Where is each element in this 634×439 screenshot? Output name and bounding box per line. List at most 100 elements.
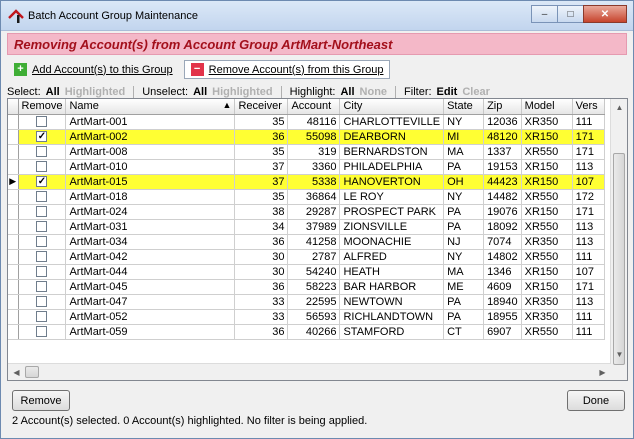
column-header-receiver[interactable]: Receiver [234,99,289,115]
cell-receiver[interactable]: 36 [234,234,289,250]
cell-state[interactable]: MA [443,144,485,160]
cell-city[interactable]: NEWTOWN [339,294,445,310]
remove-accounts-tab[interactable]: − Remove Account(s) from this Group [183,60,391,79]
cell-zip[interactable]: 1337 [483,144,522,160]
cell-name[interactable]: ArtMart-044 [65,264,236,280]
vertical-scroll-thumb[interactable] [613,153,625,365]
cell-receiver[interactable]: 35 [234,144,289,160]
horizontal-scroll-thumb[interactable] [25,366,39,378]
remove-checkbox[interactable] [36,251,48,262]
cell-version[interactable]: 111 [572,114,605,130]
cell-state[interactable]: NY [443,249,485,265]
cell-state[interactable]: PA [443,159,485,175]
cell-zip[interactable]: 44423 [483,174,522,190]
remove-cell[interactable] [18,249,67,265]
remove-cell[interactable]: ✓ [18,129,67,145]
cell-zip[interactable]: 12036 [483,114,522,130]
table-row[interactable]: ArtMart-042 30 2787 ALFRED NY 14802 XR550 111 [8,249,605,265]
cell-account[interactable]: 5338 [287,174,341,190]
cell-model[interactable]: XR150 [521,159,573,175]
cell-state[interactable]: CT [443,324,485,340]
cell-account[interactable]: 54240 [287,264,341,280]
column-header-name[interactable]: Name ▲ [65,99,236,115]
row-header[interactable]: ▶ [8,174,19,190]
table-row[interactable]: ArtMart-034 36 41258 MOONACHIE NJ 7074 XR350 11… [8,234,605,250]
cell-version[interactable]: 171 [572,129,605,145]
cell-receiver[interactable]: 36 [234,324,289,340]
cell-name[interactable]: ArtMart-052 [65,309,236,325]
row-header[interactable] [8,309,19,325]
cell-model[interactable]: XR550 [521,249,573,265]
cell-model[interactable]: XR550 [521,324,573,340]
cell-state[interactable]: OH [443,174,485,190]
row-header[interactable] [8,279,19,295]
cell-receiver[interactable]: 33 [234,309,289,325]
remove-cell[interactable] [18,324,67,340]
cell-version[interactable]: 111 [572,309,605,325]
table-row[interactable]: ArtMart-018 35 36864 LE ROY NY 14482 XR550 172 [8,189,605,205]
cell-state[interactable]: PA [443,219,485,235]
remove-checkbox[interactable]: ✓ [36,131,48,142]
cell-state[interactable]: ME [443,279,485,295]
row-header[interactable] [8,144,19,160]
cell-account[interactable]: 319 [287,144,341,160]
remove-cell[interactable] [18,189,67,205]
cell-account[interactable]: 22595 [287,294,341,310]
cell-model[interactable]: XR550 [521,144,573,160]
cell-state[interactable]: NJ [443,234,485,250]
select-highlighted-link[interactable]: Highlighted [65,86,126,98]
scroll-right-icon[interactable]: ▶ [594,364,611,380]
remove-checkbox[interactable] [36,266,48,277]
scroll-up-icon[interactable]: ▲ [611,99,627,116]
filter-edit-link[interactable]: Edit [437,86,458,98]
remove-checkbox[interactable] [36,221,48,232]
cell-zip[interactable]: 14482 [483,189,522,205]
cell-version[interactable]: 113 [572,234,605,250]
remove-cell[interactable] [18,294,67,310]
cell-name[interactable]: ArtMart-045 [65,279,236,295]
cell-name[interactable]: ArtMart-047 [65,294,236,310]
remove-cell[interactable] [18,159,67,175]
row-header[interactable] [8,159,19,175]
remove-checkbox[interactable] [36,326,48,337]
cell-account[interactable]: 55098 [287,129,341,145]
remove-checkbox[interactable] [36,146,48,157]
cell-account[interactable]: 40266 [287,324,341,340]
vertical-scrollbar[interactable]: ▲ ▼ [610,99,627,380]
table-row[interactable]: ArtMart-059 36 40266 STAMFORD CT 6907 XR550 111 [8,324,605,340]
remove-cell[interactable] [18,219,67,235]
cell-city[interactable]: PROSPECT PARK [339,204,445,220]
table-row[interactable]: ▶ ✓ ArtMart-015 37 5338 HANOVERTON OH 44423 XR15… [8,174,605,190]
cell-name[interactable]: ArtMart-018 [65,189,236,205]
cell-name[interactable]: ArtMart-008 [65,144,236,160]
cell-city[interactable]: ALFRED [339,249,445,265]
cell-receiver[interactable]: 37 [234,159,289,175]
row-header[interactable] [8,249,19,265]
horizontal-scrollbar[interactable]: ◀ ▶ [8,363,611,380]
column-header-state[interactable]: State [443,99,485,115]
table-row[interactable]: ArtMart-047 33 22595 NEWTOWN PA 18940 XR350 113 [8,294,605,310]
cell-name[interactable]: ArtMart-010 [65,159,236,175]
table-row[interactable]: ArtMart-052 33 56593 RICHLANDTOWN PA 18955 XR3… [8,309,605,325]
cell-city[interactable]: ZIONSVILLE [339,219,445,235]
row-header[interactable] [8,189,19,205]
cell-state[interactable]: NY [443,189,485,205]
cell-receiver[interactable]: 35 [234,114,289,130]
cell-account[interactable]: 36864 [287,189,341,205]
row-header[interactable] [8,324,19,340]
cell-state[interactable]: MA [443,264,485,280]
column-header-account[interactable]: Account [287,99,341,115]
table-row[interactable]: ArtMart-031 34 37989 ZIONSVILLE PA 18092 XR550… [8,219,605,235]
cell-model[interactable]: XR150 [521,174,573,190]
column-header-zip[interactable]: Zip [483,99,522,115]
cell-city[interactable]: CHARLOTTEVILLE [339,114,445,130]
cell-account[interactable]: 2787 [287,249,341,265]
remove-checkbox[interactable] [36,296,48,307]
remove-checkbox[interactable] [36,161,48,172]
cell-city[interactable]: DEARBORN [339,129,445,145]
row-header[interactable] [8,264,19,280]
cell-zip[interactable]: 18940 [483,294,522,310]
remove-cell[interactable] [18,114,67,130]
scroll-left-icon[interactable]: ◀ [8,364,25,380]
cell-model[interactable]: XR350 [521,309,573,325]
